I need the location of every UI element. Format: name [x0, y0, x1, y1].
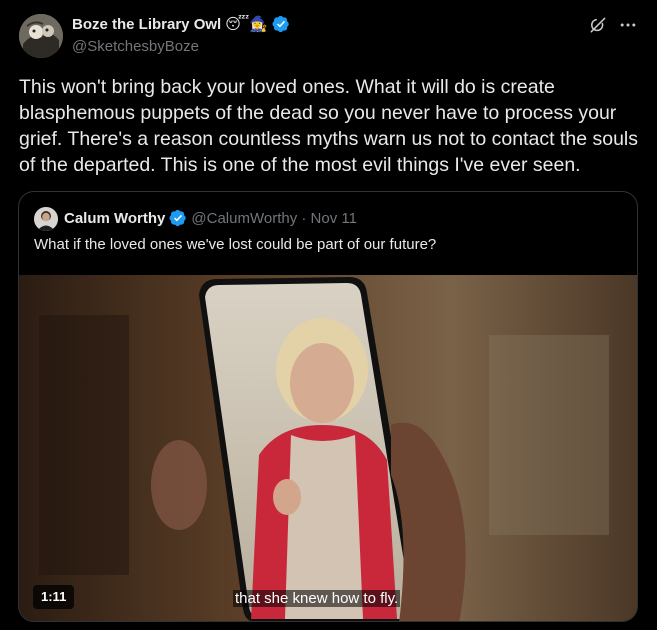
verified-badge-icon[interactable] [272, 15, 290, 33]
video-duration-badge: 1:11 [33, 585, 75, 609]
quoted-author-avatar[interactable] [34, 207, 58, 231]
author-emojis: 😴🧙‍♀️ [225, 15, 268, 33]
quoted-handle-date[interactable]: @CalumWorthy · Nov 11 [191, 210, 357, 227]
quoted-text: What if the loved ones we've lost could … [34, 236, 437, 253]
quoted-header: Calum Worthy @CalumWorthy · Nov 11 [64, 209, 357, 227]
author-name-row: Boze the Library Owl 😴🧙‍♀️ [72, 15, 290, 33]
quoted-verified-badge-icon[interactable] [169, 209, 187, 227]
quoted-display-name[interactable]: Calum Worthy [64, 210, 165, 227]
more-icon[interactable] [618, 15, 638, 35]
video-player[interactable] [19, 275, 637, 621]
author-display-name[interactable]: Boze the Library Owl [72, 16, 221, 33]
quoted-tweet[interactable]: Calum Worthy @CalumWorthy · Nov 11 What … [18, 191, 638, 622]
quoted-author-avatar-image [34, 207, 58, 231]
author-avatar[interactable] [19, 14, 63, 58]
grok-icon[interactable] [588, 15, 608, 35]
tweet-text: This won't bring back your loved ones. W… [19, 76, 639, 176]
tweet: Boze the Library Owl 😴🧙‍♀️ @SketchesbyBo… [0, 0, 657, 630]
author-handle[interactable]: @SketchesbyBoze [72, 38, 199, 55]
video-frame [19, 275, 637, 621]
video-caption: that she knew how to fly. [233, 590, 401, 607]
author-avatar-image [19, 14, 63, 58]
